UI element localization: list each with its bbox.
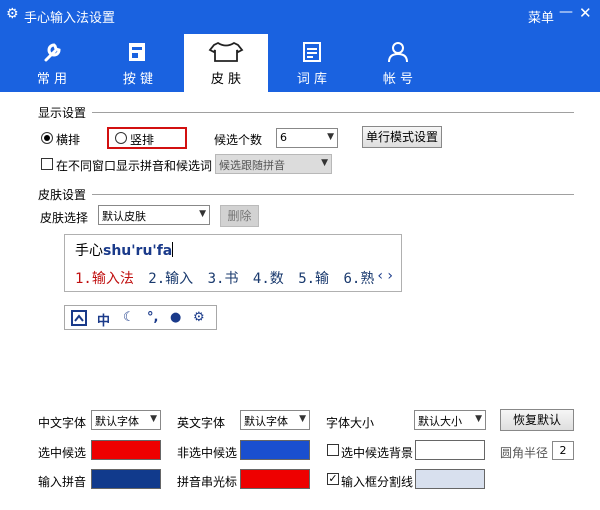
app-gear-icon: ⚙ bbox=[6, 6, 19, 22]
candidate-item: 1.输入法 bbox=[75, 271, 134, 287]
tab-general[interactable]: 常 用 bbox=[18, 34, 86, 92]
section-divider bbox=[92, 194, 574, 195]
candidate-item: 2.输入 bbox=[148, 271, 194, 287]
divider-color[interactable] bbox=[415, 469, 485, 489]
unselected-candidate-label: 非选中候选 bbox=[177, 446, 238, 460]
horizontal-radio[interactable] bbox=[41, 132, 53, 144]
selected-candidate-label: 选中候选 bbox=[38, 446, 87, 460]
horizontal-label: 横排 bbox=[56, 133, 81, 147]
unselected-candidate-color[interactable] bbox=[240, 440, 310, 460]
close-button[interactable]: ✕ bbox=[579, 4, 592, 22]
status-toolbar-preview: 中 ☾ °, ● ⚙ bbox=[64, 305, 217, 330]
separate-window-checkbox[interactable] bbox=[41, 158, 53, 170]
chinese-font-label: 中文字体 bbox=[38, 416, 87, 430]
follow-pinyin-select[interactable]: 候选跟随拼音 ▼ bbox=[215, 154, 332, 174]
tab-label: 皮 肤 bbox=[210, 72, 242, 87]
moon-icon: ☾ bbox=[123, 310, 135, 325]
tab-label: 按 键 bbox=[122, 72, 154, 87]
keyboard-icon bbox=[129, 43, 145, 61]
font-size-select[interactable]: 默认大小 ▼ bbox=[414, 410, 486, 430]
tab-keys[interactable]: 按 键 bbox=[104, 34, 172, 92]
skin-select[interactable]: 默认皮肤 ▼ bbox=[98, 205, 210, 225]
corner-radius-label: 圆角半径 bbox=[500, 446, 549, 460]
preview-page-nav: ‹ › bbox=[377, 268, 393, 284]
chevron-down-icon: ▼ bbox=[150, 414, 157, 424]
skin-section-title: 皮肤设置 bbox=[38, 188, 87, 202]
title-bar: ⚙ 手心输入法设置 菜单 — ✕ bbox=[0, 0, 600, 34]
candidates-count-label: 候选个数 bbox=[214, 133, 263, 147]
separate-window-label: 在不同窗口显示拼音和候选词 bbox=[56, 159, 213, 173]
caret-color[interactable] bbox=[240, 469, 310, 489]
tab-label: 帐 号 bbox=[382, 72, 414, 87]
english-font-value: 默认字体 bbox=[244, 415, 288, 428]
vertical-label: 竖排 bbox=[130, 133, 155, 147]
keyboard-icon bbox=[71, 310, 87, 326]
preview-input-pinyin: shu'ru'fa bbox=[103, 243, 173, 259]
tab-account[interactable]: 帐 号 bbox=[364, 34, 432, 92]
font-size-label: 字体大小 bbox=[326, 416, 375, 430]
chinese-font-value: 默认字体 bbox=[95, 415, 139, 428]
tab-bar: 常 用 按 键 皮 肤 词 库 帐 号 bbox=[0, 34, 600, 92]
tab-label: 常 用 bbox=[36, 72, 68, 87]
dictionary-icon bbox=[303, 42, 321, 62]
preview-input-prefix: 手心 bbox=[75, 243, 103, 259]
divider-checkbox[interactable]: ✓ bbox=[327, 473, 339, 485]
tab-dictionary[interactable]: 词 库 bbox=[278, 34, 346, 92]
section-divider bbox=[92, 112, 574, 113]
punctuation-icon: °, bbox=[147, 310, 159, 325]
prev-page-icon: ‹ bbox=[377, 268, 383, 284]
chevron-down-icon: ▼ bbox=[327, 132, 334, 142]
menu-button[interactable]: 菜单 bbox=[528, 7, 554, 26]
restore-defaults-button[interactable]: 恢复默认 bbox=[500, 409, 574, 431]
selected-candidate-color[interactable] bbox=[91, 440, 161, 460]
next-page-icon: › bbox=[387, 268, 393, 284]
preview-input-line: 手心shu'ru'fa bbox=[75, 240, 174, 260]
window-title: 手心输入法设置 bbox=[24, 11, 116, 26]
candidate-item: 4.数 bbox=[252, 271, 284, 287]
candidate-item: 5.输 bbox=[298, 271, 330, 287]
corner-radius-input[interactable]: 2 bbox=[552, 441, 574, 460]
tab-label: 词 库 bbox=[296, 72, 328, 87]
tab-skin[interactable]: 皮 肤 bbox=[184, 34, 268, 92]
skin-choose-label: 皮肤选择 bbox=[40, 211, 89, 225]
minimize-button[interactable]: — bbox=[559, 4, 573, 20]
candidates-count-select[interactable]: 6 ▼ bbox=[276, 128, 338, 148]
user-icon: ● bbox=[170, 310, 182, 325]
candidate-item: 6.熟 bbox=[343, 271, 375, 287]
candidate-item: 3.书 bbox=[207, 271, 239, 287]
skin-preview: 手心shu'ru'fa 1.输入法 2.输入 3.书 4.数 5.输 6.熟 ‹… bbox=[64, 234, 402, 292]
vertical-radio[interactable] bbox=[115, 132, 127, 144]
font-size-value: 默认大小 bbox=[418, 415, 462, 428]
caret-color-label: 拼音串光标 bbox=[177, 475, 238, 489]
chevron-down-icon: ▼ bbox=[199, 209, 206, 219]
chinese-font-select[interactable]: 默认字体 ▼ bbox=[91, 410, 161, 430]
input-pinyin-label: 输入拼音 bbox=[38, 475, 87, 489]
delete-skin-button[interactable]: 删除 bbox=[220, 205, 259, 227]
chevron-down-icon: ▼ bbox=[321, 158, 328, 168]
candidates-count-value: 6 bbox=[280, 131, 287, 144]
wrench-icon bbox=[44, 43, 61, 62]
preview-candidates: 1.输入法 2.输入 3.书 4.数 5.输 6.熟 bbox=[75, 268, 380, 288]
shirt-icon bbox=[208, 41, 244, 62]
selected-bg-color[interactable] bbox=[415, 440, 485, 460]
caret bbox=[172, 242, 174, 257]
display-section-title: 显示设置 bbox=[38, 106, 87, 120]
english-font-label: 英文字体 bbox=[177, 416, 226, 430]
chevron-down-icon: ▼ bbox=[299, 414, 306, 424]
single-line-mode-button[interactable]: 单行模式设置 bbox=[362, 126, 442, 148]
input-pinyin-color[interactable] bbox=[91, 469, 161, 489]
english-font-select[interactable]: 默认字体 ▼ bbox=[240, 410, 310, 430]
divider-label: 输入框分割线 bbox=[341, 475, 414, 489]
follow-pinyin-value: 候选跟随拼音 bbox=[219, 159, 285, 172]
chinese-mode-icon: 中 bbox=[97, 314, 111, 329]
chevron-down-icon: ▼ bbox=[475, 414, 482, 424]
gear-icon: ⚙ bbox=[193, 310, 205, 325]
user-icon bbox=[388, 42, 408, 63]
skin-select-value: 默认皮肤 bbox=[102, 210, 146, 223]
selected-bg-label: 选中候选背景 bbox=[341, 446, 414, 460]
selected-bg-checkbox[interactable] bbox=[327, 444, 339, 456]
